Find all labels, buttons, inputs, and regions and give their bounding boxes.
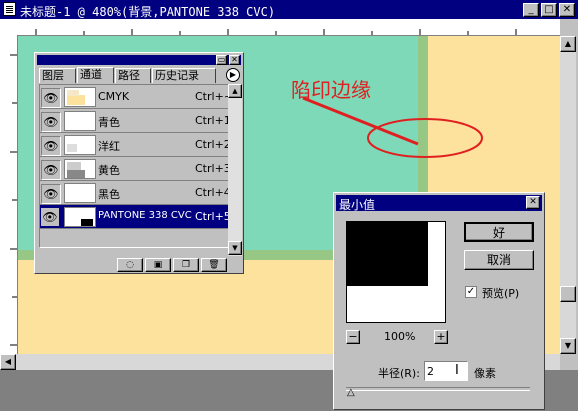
channel-name: PANTONE 338 CVC — [98, 210, 192, 221]
vertical-scroll-thumb[interactable] — [560, 286, 576, 302]
maximize-button[interactable]: □ — [541, 3, 557, 17]
eye-icon[interactable]: 👁 — [41, 112, 61, 132]
eye-icon[interactable]: 👁 — [41, 184, 61, 204]
channel-thumbnail — [64, 111, 96, 131]
window-title-bar[interactable]: 未标题-1 @ 480%(背景,PANTONE 338 CVC) _ □ ✕ — [0, 0, 578, 19]
tab-layers[interactable]: 图层 — [39, 68, 76, 83]
ok-button[interactable]: 好 — [464, 222, 534, 242]
channel-shortcut: Ctrl+2 — [195, 138, 231, 151]
radius-input[interactable]: 2 I — [424, 361, 468, 381]
document-icon — [3, 2, 16, 16]
window-title: 未标题-1 @ 480%(背景,PANTONE 338 CVC) — [20, 5, 276, 19]
channel-row-black[interactable]: 👁 黑色 Ctrl+4 — [40, 181, 231, 205]
new-channel-icon[interactable]: ❐ — [173, 258, 199, 272]
channels-palette[interactable]: ▭ ✕ 图层 通道 路径 历史记录 ▶ 👁 CMYK Ctrl+~ 👁 青色 C… — [34, 52, 244, 274]
channel-thumbnail — [64, 183, 96, 203]
palette-footer: ◌ ▣ ❐ 🗑 — [39, 258, 242, 272]
eye-icon[interactable]: 👁 — [41, 136, 61, 156]
zoom-level: 100% — [384, 330, 416, 343]
channel-row-magenta[interactable]: 👁 洋红 Ctrl+2 — [40, 133, 231, 157]
close-button[interactable]: ✕ — [559, 3, 575, 17]
filter-preview[interactable] — [346, 221, 446, 323]
text-cursor-icon: I — [455, 363, 459, 378]
zoom-out-button[interactable]: − — [346, 330, 360, 344]
channel-name: 青色 — [98, 116, 120, 129]
ruler-origin[interactable] — [0, 19, 19, 36]
unit-label: 像素 — [474, 367, 496, 380]
scroll-up-button[interactable]: ▲ — [560, 36, 576, 52]
horizontal-ruler[interactable] — [18, 19, 560, 36]
dialog-title-bar[interactable]: 最小值 ✕ — [336, 195, 542, 212]
dotted-circle-icon[interactable]: ◌ — [117, 258, 143, 272]
channel-row-cyan[interactable]: 👁 青色 Ctrl+1 — [40, 109, 231, 133]
channel-name: 洋红 — [98, 140, 120, 153]
channel-thumbnail — [64, 87, 96, 107]
preview-checkbox[interactable]: ✓ — [465, 286, 477, 298]
dialog-title: 最小值 — [339, 198, 376, 212]
eye-icon[interactable]: 👁 — [41, 160, 61, 180]
preview-black-region — [347, 222, 428, 286]
radius-value: 2 — [427, 365, 434, 378]
radius-label: 半径(R): — [378, 367, 420, 380]
channel-row-pantone[interactable]: 👁 PANTONE 338 CVC Ctrl+5 — [40, 205, 231, 229]
channel-shortcut: Ctrl+5 — [195, 210, 231, 223]
eye-icon[interactable]: 👁 — [41, 208, 59, 226]
tab-channels[interactable]: 通道 — [77, 67, 114, 83]
channel-shortcut: Ctrl+3 — [195, 162, 231, 175]
minimum-filter-dialog[interactable]: 最小值 ✕ − 100% + 好 取消 ✓ 预览(P) 半径(R): 2 I 像… — [333, 192, 545, 410]
channel-list: 👁 CMYK Ctrl+~ 👁 青色 Ctrl+1 👁 洋红 Ctrl+2 👁 … — [39, 84, 233, 248]
scroll-left-button[interactable]: ◀ — [0, 354, 16, 370]
channel-thumbnail — [64, 159, 96, 179]
annotation-label: 陷印边缘 — [291, 78, 371, 102]
palette-minimize-button[interactable]: ▭ — [216, 55, 227, 65]
channel-name: CMYK — [98, 90, 130, 103]
dialog-close-button[interactable]: ✕ — [526, 196, 540, 209]
annotation-circle — [367, 118, 483, 158]
channel-name: 黄色 — [98, 164, 120, 177]
slider-thumb-icon[interactable]: △ — [347, 387, 355, 398]
channel-shortcut: Ctrl+4 — [195, 186, 231, 199]
palette-scroll-up[interactable]: ▲ — [228, 84, 242, 98]
channel-row-cmyk[interactable]: 👁 CMYK Ctrl+~ — [40, 85, 233, 109]
mask-icon[interactable]: ▣ — [145, 258, 171, 272]
channel-row-yellow[interactable]: 👁 黄色 Ctrl+3 — [40, 157, 231, 181]
channel-thumbnail — [64, 135, 96, 155]
trash-icon[interactable]: 🗑 — [201, 258, 227, 272]
channel-thumbnail — [64, 207, 96, 227]
radius-slider-track[interactable] — [346, 387, 530, 391]
scroll-down-button[interactable]: ▼ — [560, 338, 576, 354]
tab-paths[interactable]: 路径 — [115, 68, 151, 83]
vertical-scrollbar[interactable]: ▲ ▼ — [560, 36, 576, 354]
channel-name: 黑色 — [98, 188, 120, 201]
palette-title-bar[interactable]: ▭ ✕ — [37, 55, 241, 65]
preview-label: 预览(P) — [482, 287, 520, 300]
minimize-button[interactable]: _ — [523, 3, 539, 17]
palette-scroll-down[interactable]: ▼ — [228, 241, 242, 255]
channel-shortcut: Ctrl+1 — [195, 114, 231, 127]
palette-close-button[interactable]: ✕ — [229, 55, 240, 65]
cancel-button[interactable]: 取消 — [464, 250, 534, 270]
eye-icon[interactable]: 👁 — [41, 88, 61, 108]
palette-scrollbar[interactable]: ▲ ▼ — [228, 84, 242, 256]
zoom-in-button[interactable]: + — [434, 330, 448, 344]
palette-menu-icon[interactable]: ▶ — [226, 68, 240, 82]
palette-tabs: 图层 通道 路径 历史记录 ▶ — [39, 67, 240, 83]
tab-history[interactable]: 历史记录 — [152, 68, 216, 83]
vertical-ruler[interactable] — [0, 35, 18, 355]
